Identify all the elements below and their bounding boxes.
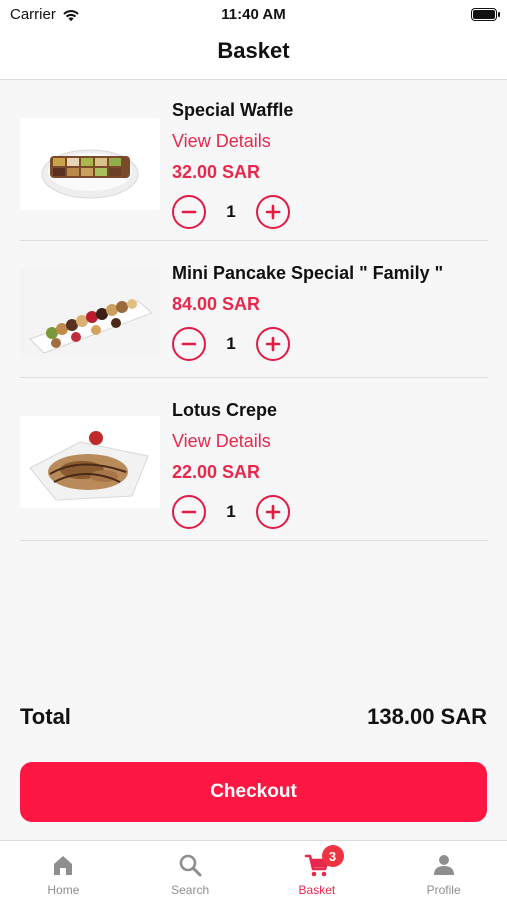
- person-icon: [433, 855, 454, 875]
- decrease-quantity-button[interactable]: [172, 327, 206, 361]
- tab-search[interactable]: Search: [127, 841, 254, 900]
- view-details-link[interactable]: View Details: [172, 131, 488, 152]
- quantity-value: 1: [226, 334, 236, 353]
- item-image-waffle: [20, 118, 160, 210]
- tab-label: Profile: [426, 883, 461, 897]
- item-name: Mini Pancake Special " Family ": [172, 263, 444, 283]
- decrease-quantity-button[interactable]: [172, 495, 206, 529]
- quantity-stepper: 1: [172, 327, 488, 361]
- item-name: Special Waffle: [172, 100, 294, 120]
- total-value: 138.00 SAR: [367, 704, 487, 729]
- view-details-link[interactable]: View Details: [172, 431, 488, 452]
- basket-count-badge: 3: [321, 845, 344, 867]
- tab-bar: Home Search 3 Basket Profile: [0, 840, 507, 900]
- plus-icon: [265, 336, 281, 352]
- plus-icon: [265, 204, 281, 220]
- minus-icon: [181, 210, 197, 214]
- total-row: Total 138.00 SAR: [20, 704, 487, 730]
- tab-label: Search: [171, 883, 210, 897]
- item-image-pancake: [20, 267, 160, 359]
- basket-list: Special Waffle View Details 32.00 SAR 1: [0, 80, 507, 541]
- item-price: 84.00 SAR: [172, 294, 261, 314]
- quantity-stepper: 1: [172, 195, 488, 229]
- home-icon: [54, 856, 73, 875]
- tab-basket[interactable]: 3 Basket: [254, 841, 381, 900]
- item-image-crepe: [20, 416, 160, 508]
- increase-quantity-button[interactable]: [256, 495, 290, 529]
- minus-icon: [181, 342, 197, 346]
- item-price: 32.00 SAR: [172, 162, 261, 182]
- quantity-value: 1: [226, 502, 236, 521]
- status-time: 11:40 AM: [221, 6, 286, 23]
- battery-icon: [471, 8, 500, 21]
- increase-quantity-button[interactable]: [256, 195, 290, 229]
- tab-profile[interactable]: Profile: [380, 841, 507, 900]
- search-icon: [179, 854, 202, 877]
- quantity-stepper: 1: [172, 495, 488, 529]
- page-title: Basket: [217, 38, 290, 63]
- tab-label: Home: [47, 883, 80, 897]
- decrease-quantity-button[interactable]: [172, 195, 206, 229]
- increase-quantity-button[interactable]: [256, 327, 290, 361]
- tab-label: Basket: [298, 883, 336, 897]
- checkout-button[interactable]: Checkout: [20, 762, 487, 822]
- basket-item: Special Waffle View Details 32.00 SAR 1: [20, 80, 488, 241]
- navigation-bar: Basket: [0, 28, 507, 80]
- basket-item: Lotus Crepe View Details 22.00 SAR 1: [20, 378, 488, 541]
- status-bar: Carrier 11:40 AM: [0, 0, 507, 28]
- minus-icon: [181, 510, 197, 514]
- quantity-value: 1: [226, 202, 236, 221]
- item-name: Lotus Crepe: [172, 400, 278, 420]
- tab-home[interactable]: Home: [0, 841, 127, 900]
- item-price: 22.00 SAR: [172, 462, 261, 482]
- plus-icon: [265, 504, 281, 520]
- total-label: Total: [20, 704, 71, 729]
- basket-item: Mini Pancake Special " Family " 84.00 SA…: [20, 241, 488, 378]
